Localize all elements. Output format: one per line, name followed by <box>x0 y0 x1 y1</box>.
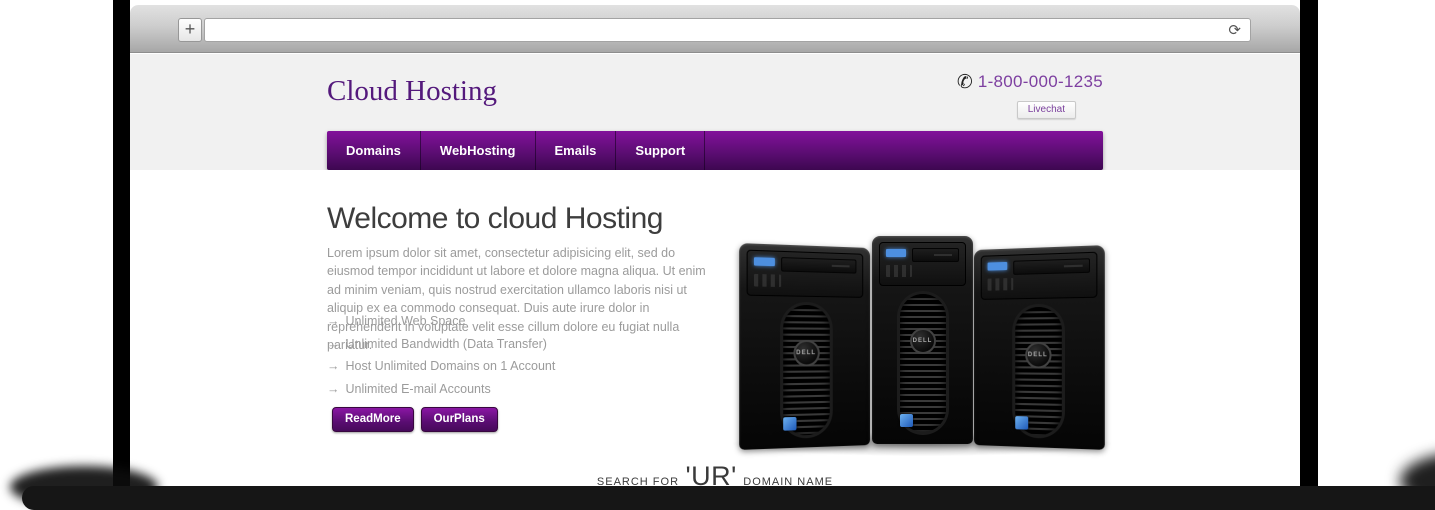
arrow-right-icon: → <box>327 382 340 396</box>
search-banner-highlight: 'UR' <box>683 461 738 487</box>
feature-label: Host Unlimited Domains on 1 Account <box>346 359 556 373</box>
nav-item-emails[interactable]: Emails <box>536 131 617 170</box>
page-title: Welcome to cloud Hosting <box>327 202 663 236</box>
server-lcd-screen <box>754 257 775 266</box>
read-more-button[interactable]: ReadMore <box>332 407 414 432</box>
feature-list: → Unlimited Web Space → Unlimited Bandwidt… <box>327 314 555 404</box>
main-content: Welcome to cloud Hosting Lorem ipsum dol… <box>130 170 1300 487</box>
dell-badge: DELL <box>910 328 936 354</box>
server-lcd-screen <box>988 262 1008 271</box>
nav-item-webhosting[interactable]: WebHosting <box>421 131 536 170</box>
server-tower-right: DELL <box>974 245 1105 450</box>
server-tower-left: DELL <box>739 243 870 450</box>
domain-search-banner: SEARCH FOR 'UR' DOMAIN NAME <box>327 461 1103 487</box>
server-optical-drive <box>781 257 856 274</box>
feature-label: Unlimited Web Space <box>346 314 466 328</box>
cta-buttons: ReadMore OurPlans <box>332 407 498 432</box>
list-item: → Unlimited Bandwidth (Data Transfer) <box>327 337 555 360</box>
server-vent-grille <box>900 294 946 432</box>
nav-item-domains[interactable]: Domains <box>327 131 421 170</box>
list-item: → Unlimited Web Space <box>327 314 555 337</box>
server-drive-panel <box>879 242 966 286</box>
server-tower-center: DELL <box>872 236 973 444</box>
server-drive-panel <box>747 250 864 298</box>
arrow-right-icon: → <box>327 359 340 373</box>
address-input[interactable] <box>209 19 1189 41</box>
server-buttons <box>988 278 1014 291</box>
address-bar[interactable]: ⟳ <box>204 18 1251 42</box>
server-lcd-screen <box>886 249 906 257</box>
our-plans-button[interactable]: OurPlans <box>421 407 498 432</box>
dell-badge: DELL <box>1025 342 1051 369</box>
feature-label: Unlimited E-mail Accounts <box>346 382 491 396</box>
nav-item-support[interactable]: Support <box>616 131 705 170</box>
server-towers-image: DELL DELL <box>741 236 1103 450</box>
feature-label: Unlimited Bandwidth (Data Transfer) <box>346 337 547 351</box>
server-optical-drive <box>912 248 959 262</box>
phone-icon: ✆ <box>957 73 973 92</box>
main-nav: Domains WebHosting Emails Support <box>327 131 1103 170</box>
phone-number: 1-800-000-1235 <box>978 72 1103 92</box>
server-drive-panel <box>981 252 1098 300</box>
web-page: Cloud Hosting ✆ 1-800-000-1235 Livechat … <box>130 54 1300 487</box>
intel-sticker-icon <box>900 414 913 427</box>
new-tab-button[interactable]: + <box>178 18 202 42</box>
server-buttons <box>886 265 912 277</box>
device-shadow-band <box>22 486 1435 510</box>
site-header: Cloud Hosting ✆ 1-800-000-1235 Livechat … <box>130 54 1300 170</box>
list-item: → Host Unlimited Domains on 1 Account <box>327 359 555 382</box>
refresh-icon[interactable]: ⟳ <box>1228 21 1241 39</box>
device-bezel-left <box>113 0 130 492</box>
livechat-button[interactable]: Livechat <box>1017 101 1076 119</box>
phone-block: ✆ 1-800-000-1235 <box>957 72 1103 92</box>
intel-sticker-icon <box>1015 416 1028 430</box>
intel-sticker-icon <box>783 417 796 431</box>
server-optical-drive <box>1013 258 1090 275</box>
arrow-right-icon: → <box>327 314 340 328</box>
list-item: → Unlimited E-mail Accounts <box>327 382 555 405</box>
site-logo[interactable]: Cloud Hosting <box>327 75 497 108</box>
arrow-right-icon: → <box>327 337 340 351</box>
browser-window: + ⟳ Cloud Hosting ✆ 1-800-000-1235 Livec… <box>130 5 1300 487</box>
device-bezel-right <box>1300 0 1318 492</box>
server-buttons <box>754 274 781 287</box>
browser-toolbar: + ⟳ <box>130 5 1300 53</box>
dell-badge: DELL <box>793 340 819 367</box>
